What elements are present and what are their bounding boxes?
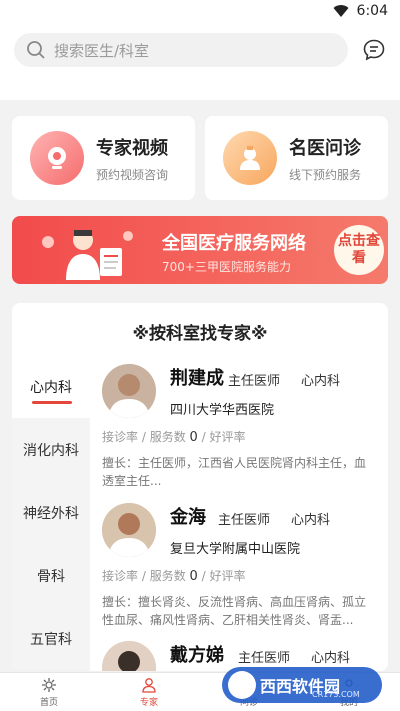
doctor-stats: 接诊率 / 服务数 0 / 好评率 bbox=[102, 430, 246, 445]
banner-subtitle: 700+三甲医院服务能力 bbox=[162, 260, 291, 274]
doctor-name: 荆建成 bbox=[170, 368, 224, 389]
active-indicator bbox=[32, 401, 72, 404]
doctor-description: 擅长：主任医师，江西省人民医院肾内科主任，血透室主任... bbox=[102, 456, 367, 488]
department-item[interactable]: 五官科 bbox=[12, 607, 90, 670]
doctor-hospital: 复旦大学附属中山医院 bbox=[170, 542, 301, 557]
department-item[interactable]: 骨科 bbox=[12, 544, 90, 607]
status-time: 6:04 bbox=[356, 3, 388, 19]
home-icon bbox=[42, 678, 56, 692]
doctor-name: 金海 bbox=[170, 507, 206, 528]
message-icon[interactable] bbox=[362, 38, 386, 62]
card-title: 名医问诊 bbox=[289, 137, 361, 159]
search-placeholder: 搜索医生/科室 bbox=[54, 41, 150, 60]
department-item[interactable]: 心内科 bbox=[12, 355, 90, 418]
search-icon bbox=[27, 41, 45, 59]
doctor-card[interactable]: 金海 主任医师 心内科 复旦大学附属中山医院 接诊率 / 服务数 0 / 好评率… bbox=[102, 503, 378, 633]
banner-view-button[interactable]: 点击查看 bbox=[334, 225, 384, 275]
doctor-dept: 心内科 bbox=[301, 374, 341, 389]
doctor-illustration bbox=[42, 230, 133, 280]
watermark-logo-icon bbox=[228, 671, 256, 699]
doctor-card[interactable]: 荆建成 主任医师 心内科 四川大学华西医院 接诊率 / 服务数 0 / 好评率 … bbox=[102, 364, 378, 494]
department-list: 心内科 消化内科 神经外科 骨科 五官科 bbox=[12, 355, 90, 671]
doctor-title: 主任医师 bbox=[218, 513, 271, 528]
doctor-avatar bbox=[102, 641, 156, 671]
doctor-hospital: 四川大学华西医院 bbox=[170, 403, 275, 418]
video-camera-icon bbox=[30, 131, 84, 185]
section-title: ※按科室找专家※ bbox=[132, 324, 268, 344]
department-item[interactable]: 神经外科 bbox=[12, 481, 90, 544]
doctor-dept: 心内科 bbox=[311, 651, 351, 666]
doctor-stats: 接诊率 / 服务数 0 / 好评率 bbox=[102, 569, 246, 584]
department-item[interactable]: 消化内科 bbox=[12, 418, 90, 481]
doctor-description: 擅长：擅长肾炎、反流性肾病、高血压肾病、孤立性血尿、痛风性肾病、乙肝相关性肾炎、… bbox=[102, 595, 367, 627]
doctor-dept: 心内科 bbox=[291, 513, 331, 528]
card-subtitle: 预约视频咨询 bbox=[96, 167, 169, 182]
status-bar: 6:04 bbox=[0, 0, 400, 24]
banner-title: 全国医疗服务网络 bbox=[162, 233, 306, 254]
doctor-icon bbox=[142, 678, 156, 693]
nurse-icon bbox=[223, 131, 277, 185]
wifi-icon bbox=[333, 5, 349, 18]
famous-doctor-card[interactable]: 名医问诊 线下预约服务 bbox=[205, 116, 388, 200]
promo-banner[interactable]: 全国医疗服务网络 700+三甲医院服务能力 点击查看 bbox=[12, 216, 388, 284]
expert-video-card[interactable]: 专家视频 预约视频咨询 bbox=[12, 116, 195, 200]
department-panel: ※按科室找专家※ 心内科 消化内科 神经外科 骨科 五官科 荆建成 主任医师 心… bbox=[12, 303, 388, 671]
search-bar[interactable]: 搜索医生/科室 bbox=[14, 33, 348, 67]
doctor-avatar bbox=[102, 503, 156, 557]
doctor-title: 主任医师 bbox=[238, 651, 291, 666]
tab-experts[interactable]: 专家 bbox=[109, 677, 189, 708]
card-title: 专家视频 bbox=[96, 137, 168, 159]
tab-home[interactable]: 首页 bbox=[9, 677, 89, 708]
doctor-title: 主任医师 bbox=[228, 374, 281, 389]
doctor-name: 戴方娣 bbox=[170, 645, 224, 666]
card-subtitle: 线下预约服务 bbox=[289, 167, 362, 182]
watermark-logo: 西西软件园 CR173.COM bbox=[222, 667, 382, 703]
doctor-avatar bbox=[102, 364, 156, 418]
